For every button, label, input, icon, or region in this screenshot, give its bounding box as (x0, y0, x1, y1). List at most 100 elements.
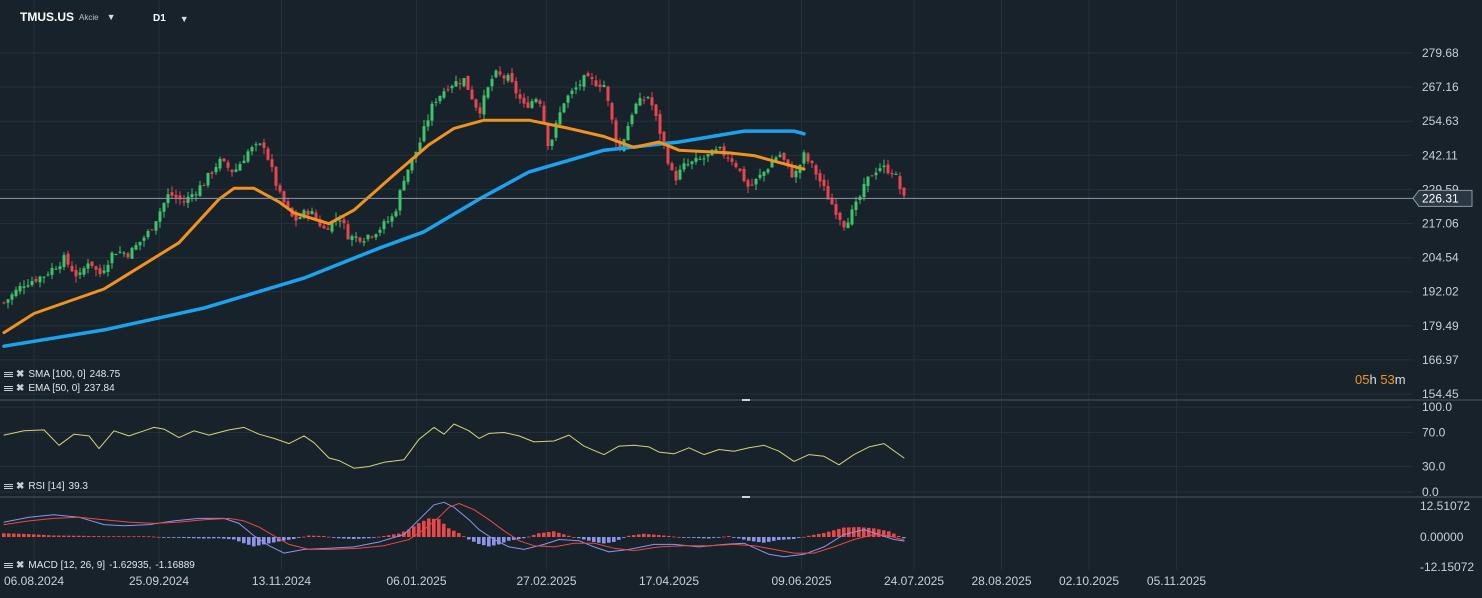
candle-body (766, 169, 770, 173)
time-tick-label: 06.08.2024 (4, 574, 64, 588)
time-tick-label: 25.09.2024 (129, 574, 189, 588)
candle-body (822, 179, 826, 187)
candle-body (210, 172, 214, 174)
macd-histogram-bar (582, 537, 586, 540)
candle-body (770, 161, 774, 168)
macd-histogram-bar (102, 536, 106, 538)
candle-body (842, 221, 846, 228)
candle-body (142, 237, 146, 241)
candle-body (846, 222, 850, 229)
candle-body (182, 201, 186, 203)
sma-legend[interactable]: ✖ SMA [100, 0] 248.75 (4, 369, 120, 380)
close-icon[interactable]: ✖ (16, 560, 24, 571)
macd-histogram-bar (797, 537, 801, 538)
macd-histogram-bar (487, 537, 491, 547)
macd-histogram-bar (197, 537, 201, 539)
macd-histogram-bar (362, 537, 366, 539)
macd-label: MACD [12, 26, 9] (28, 560, 106, 571)
timeframe-selector[interactable]: D1 ▼ (153, 13, 189, 24)
candle-body (134, 244, 138, 250)
macd-histogram-bar (897, 535, 901, 537)
macd-histogram-bar (92, 536, 96, 537)
candle-body (522, 97, 526, 104)
candle-body (874, 172, 878, 176)
candle-body (78, 272, 82, 275)
close-icon[interactable]: ✖ (16, 369, 24, 380)
candle-body (678, 169, 682, 180)
time-tick-label: 24.07.2025 (884, 574, 944, 588)
chevron-down-icon[interactable]: ▼ (180, 14, 189, 24)
panel-resize-handle[interactable] (742, 496, 750, 498)
macd-histogram-bar (112, 536, 116, 538)
candle-body (474, 99, 478, 108)
chevron-down-icon[interactable]: ▼ (107, 12, 116, 22)
candle-body (30, 281, 34, 286)
candle-body (394, 211, 398, 217)
candle-body (362, 241, 366, 243)
symbol-selector[interactable]: TMUS.US Akcie ▼ (20, 10, 115, 24)
candle-body (130, 247, 134, 259)
macd-histogram-bar (612, 537, 616, 542)
candle-body (782, 152, 786, 160)
macd-histogram-bar (587, 537, 591, 541)
settings-lines-icon[interactable] (4, 385, 14, 393)
macd-histogram-bar (862, 527, 866, 537)
macd-histogram-bar (42, 534, 46, 537)
time-axis: 06.08.2024 25.09.2024 13.11.2024 06.01.2025… (4, 574, 1206, 588)
macd-signal-line (3, 503, 905, 554)
time-tick-label: 13.11.2024 (252, 574, 311, 588)
candle-body (58, 266, 62, 270)
macd-histogram-bar (132, 536, 136, 538)
macd-histogram-bar (367, 537, 371, 539)
price-tick-label: 254.63 (1422, 114, 1459, 128)
settings-lines-icon[interactable] (4, 562, 14, 570)
candle-body (482, 95, 486, 115)
price-tick-label: 242.11 (1422, 148, 1458, 162)
candle-body (62, 255, 66, 268)
candle-body (650, 97, 654, 106)
candle-body (270, 159, 274, 168)
candle-body (746, 180, 750, 187)
macd-histogram-bar (757, 537, 761, 543)
macd-histogram-bar (252, 537, 256, 547)
candle-body (242, 160, 246, 164)
settings-lines-icon[interactable] (4, 483, 14, 491)
candle-body (894, 173, 898, 175)
instrument-type: Akcie (79, 12, 99, 22)
candle-body (102, 270, 106, 273)
countdown-hours: 05 (1355, 372, 1370, 387)
macd-histogram-bar (322, 536, 326, 537)
candle-body (10, 294, 14, 300)
chart-canvas[interactable]: 279.68267.16254.63242.11229.59217.06204.… (0, 0, 1482, 598)
candle-body (254, 144, 258, 146)
macd-histogram-bar (562, 534, 566, 537)
candle-body (446, 89, 450, 91)
macd-histogram-bar (222, 537, 226, 539)
macd-legend[interactable]: ✖ MACD [12, 26, 9] -1.62935, -1.16889 (4, 560, 195, 571)
macd-histogram-bar (312, 535, 316, 537)
candle-body (638, 98, 642, 106)
macd-histogram-bar (832, 530, 836, 537)
close-icon[interactable]: ✖ (16, 481, 24, 492)
macd-histogram-bar (82, 535, 86, 537)
candle-body (726, 157, 730, 159)
settings-lines-icon[interactable] (4, 371, 14, 379)
candle-body (230, 169, 234, 172)
macd-histogram-bar (467, 537, 471, 540)
candle-body (762, 171, 766, 176)
macd-histogram-bar (212, 537, 216, 539)
candle-body (398, 190, 402, 211)
macd-histogram-bar (672, 536, 676, 538)
candle-body (266, 148, 270, 160)
close-icon[interactable]: ✖ (16, 383, 24, 394)
macd-histogram-bar (707, 537, 711, 539)
rsi-legend[interactable]: ✖ RSI [14] 39.3 (4, 481, 88, 492)
panel-resize-handle[interactable] (742, 399, 750, 401)
macd-histogram-bar (57, 535, 61, 537)
ema-legend[interactable]: ✖ EMA [50, 0] 237.84 (4, 383, 115, 394)
candle-body (90, 261, 94, 267)
candle-body (530, 101, 534, 108)
macd-histogram-bar (192, 537, 196, 539)
rsi-tick-label: 0.0 (1422, 485, 1439, 499)
macd-histogram-bar (297, 537, 301, 538)
